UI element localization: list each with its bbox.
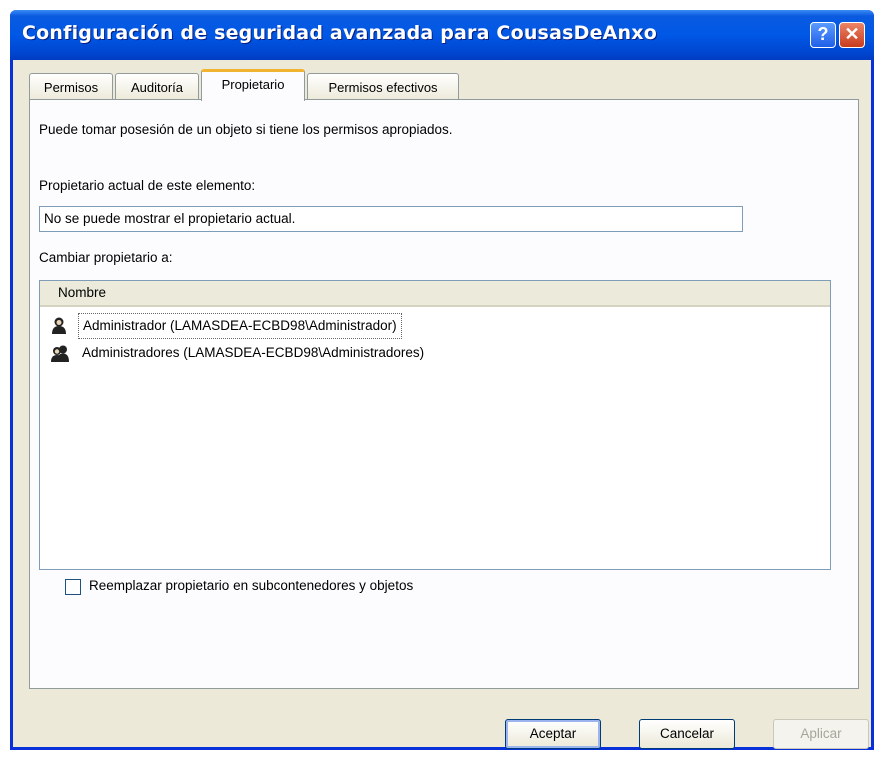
column-header-name[interactable]: Nombre: [40, 281, 830, 307]
title-bar[interactable]: Configuración de seguridad avanzada para…: [10, 10, 874, 60]
tab-propietario[interactable]: Propietario: [201, 69, 305, 101]
tab-permisos[interactable]: Permisos: [29, 73, 113, 101]
help-button[interactable]: ?: [810, 22, 836, 48]
replace-owner-label[interactable]: Reemplazar propietario en subcontenedore…: [89, 578, 413, 593]
apply-button[interactable]: Aplicar: [773, 719, 869, 749]
accept-button[interactable]: Aceptar: [505, 719, 601, 749]
user-icon: [52, 317, 66, 334]
cancel-button[interactable]: Cancelar: [639, 719, 735, 749]
current-owner-label: Propietario actual de este elemento:: [39, 178, 256, 193]
close-button[interactable]: ✕: [839, 22, 865, 48]
replace-owner-checkbox[interactable]: [65, 579, 81, 595]
group-icon: [51, 345, 69, 362]
owner-list[interactable]: Nombre Administrador (LAMASDEA-ECBD98\Ad…: [39, 280, 831, 570]
intro-text: Puede tomar posesión de un objeto si tie…: [39, 122, 453, 137]
list-item-label: Administradores (LAMASDEA-ECBD98\Adminis…: [82, 345, 425, 360]
current-owner-field[interactable]: No se puede mostrar el propietario actua…: [39, 206, 743, 232]
security-dialog: Configuración de seguridad avanzada para…: [10, 10, 874, 750]
tab-permisos-efectivos[interactable]: Permisos efectivos: [307, 73, 459, 101]
list-item-label: Administrador (LAMASDEA-ECBD98\Administr…: [78, 313, 402, 339]
window-title: Configuración de seguridad avanzada para…: [22, 22, 657, 44]
change-owner-label: Cambiar propietario a:: [39, 250, 173, 265]
tab-auditoria[interactable]: Auditoría: [115, 73, 199, 101]
